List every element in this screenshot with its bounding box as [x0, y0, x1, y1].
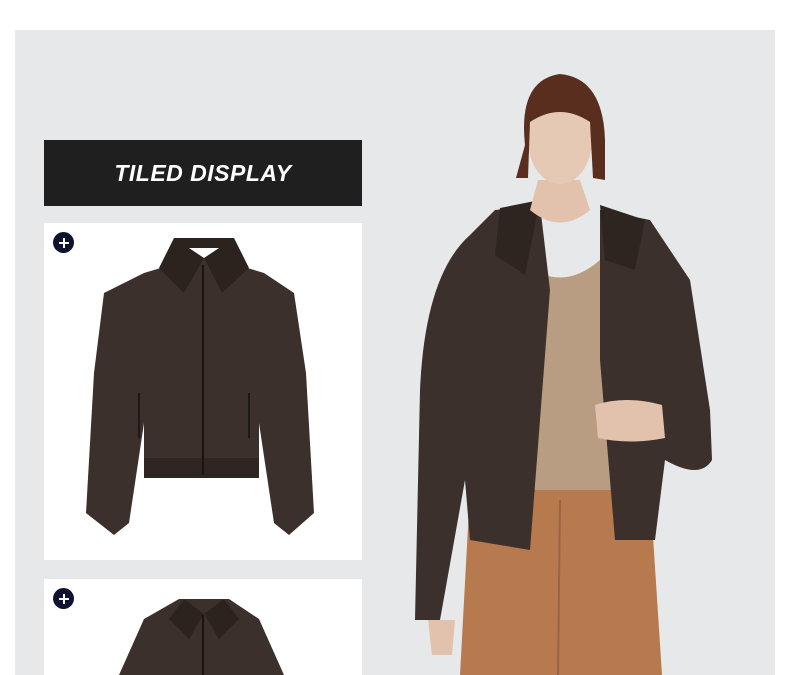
model-hand [595, 400, 665, 442]
jacket-collar-image [119, 599, 284, 675]
model-photo [415, 74, 712, 675]
product-tile-front[interactable] [44, 223, 362, 560]
jacket-front-image [86, 238, 314, 535]
tiled-display-banner: TILED DISPLAY [44, 140, 362, 206]
product-tile-collar[interactable] [44, 579, 362, 675]
plus-circle-icon[interactable] [53, 588, 74, 609]
banner-title: TILED DISPLAY [114, 159, 292, 186]
plus-circle-icon[interactable] [53, 232, 74, 253]
